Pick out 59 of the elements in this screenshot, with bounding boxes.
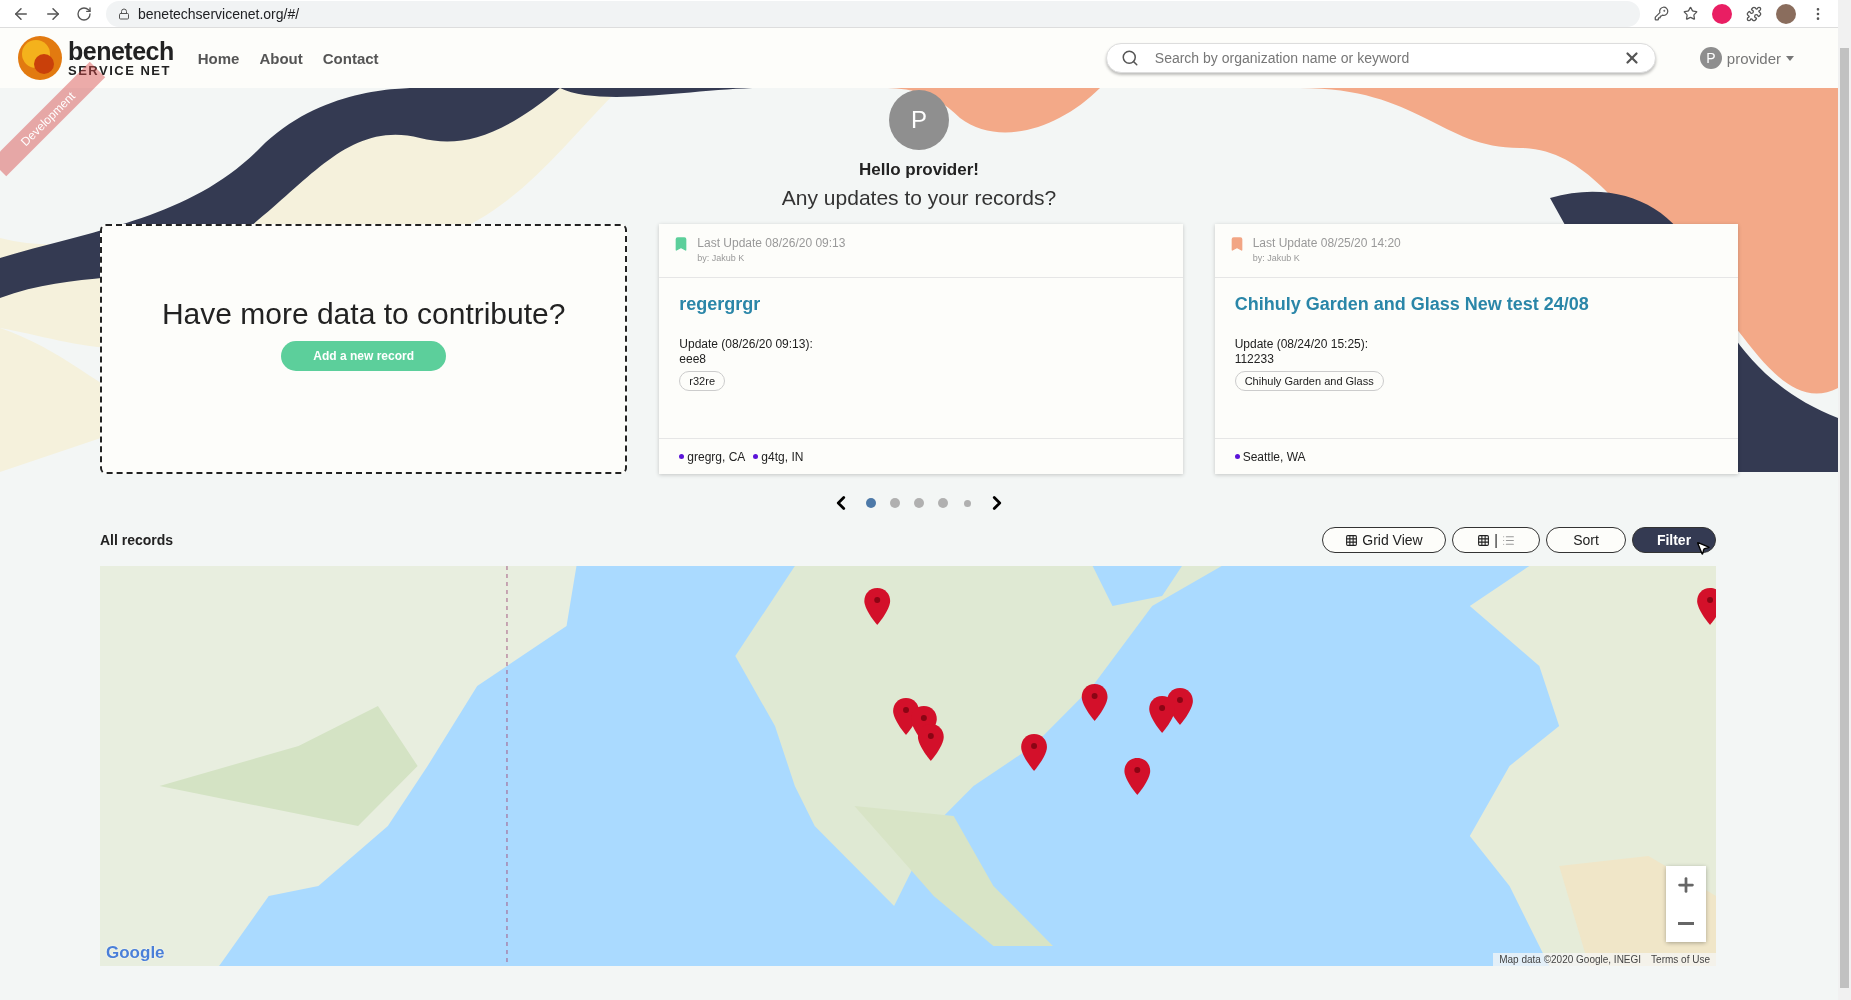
location: gregrg, CA [687, 449, 746, 464]
cursor-icon [1695, 540, 1711, 556]
plus-icon [1675, 874, 1697, 896]
carousel-dot[interactable] [890, 498, 900, 508]
zoom-out-button[interactable] [1666, 904, 1706, 942]
action-button[interactable]: Sort [1546, 527, 1626, 553]
map-attribution: Map data ©2020 Google, INEGI [1499, 954, 1642, 965]
brand-subtitle: SERVICE NET [68, 64, 172, 77]
scrollbar[interactable] [1838, 0, 1851, 1000]
list-icon [1501, 533, 1515, 547]
user-avatar: P [1699, 47, 1722, 69]
author: by: Jakub K [697, 253, 746, 263]
carousel-dot[interactable] [866, 498, 876, 508]
location: Seattle, WA [1242, 449, 1306, 464]
nav-link[interactable]: About [259, 49, 303, 67]
logo-icon [16, 34, 64, 82]
layout-toggle-button[interactable]: | [1452, 527, 1540, 553]
update-label: Update (08/26/20 09:13): [679, 337, 813, 352]
action-button[interactable]: Filter [1632, 527, 1716, 553]
record-title[interactable]: regergrgr [679, 294, 761, 315]
carousel-dot[interactable] [963, 499, 971, 507]
address-bar[interactable]: benetechservicenet.org/#/ [106, 0, 1640, 27]
contribute-heading: Have more data to contribute? [161, 297, 566, 331]
last-update: Last Update 08/26/20 09:13 [697, 236, 846, 250]
section-title: All records [100, 532, 174, 548]
author: by: Jakub K [1252, 253, 1301, 263]
nav-link[interactable]: Home [197, 49, 240, 67]
update-value: 112233 [1234, 352, 1274, 367]
star-icon[interactable] [1683, 6, 1698, 21]
grid-icon [1477, 533, 1491, 547]
key-icon[interactable] [1654, 6, 1669, 21]
url-text: benetechservicenet.org/#/ [138, 5, 300, 22]
zoom-in-button[interactable] [1666, 866, 1706, 904]
search-field[interactable]: Search by organization name or keyword [1152, 49, 1609, 67]
puzzle-icon[interactable] [1746, 5, 1762, 22]
grid-view-button[interactable]: Grid View [1322, 527, 1446, 553]
extension-icon[interactable] [1712, 3, 1732, 24]
prompt-heading: Any updates to your records? [781, 186, 1057, 210]
caret-icon [1786, 55, 1794, 61]
reload-icon[interactable] [76, 5, 92, 22]
user-menu[interactable]: P provider [1693, 46, 1800, 70]
lock-icon [118, 7, 130, 20]
location: g4tg, IN [761, 449, 804, 464]
profile-avatar[interactable] [1776, 3, 1796, 24]
last-update: Last Update 08/25/20 14:20 [1252, 236, 1401, 250]
terms-link[interactable]: Terms of Use [1651, 954, 1710, 965]
update-label: Update (08/24/20 15:25): [1234, 337, 1369, 352]
carousel-dot[interactable] [938, 498, 948, 508]
carousel-dot[interactable] [914, 498, 924, 508]
update-value: eee8 [679, 352, 707, 367]
map-logo: Google [106, 943, 165, 963]
brand-title: benetech [68, 39, 174, 64]
search-icon [1120, 49, 1139, 67]
nav-link[interactable]: Contact [322, 49, 379, 67]
search-bar[interactable]: Search by organization name or keyword [1105, 43, 1656, 73]
record-title[interactable]: Chihuly Garden and Glass New test 24/08 [1234, 294, 1589, 315]
grid-icon [1345, 533, 1359, 547]
minus-icon [1678, 921, 1694, 925]
greeting: Hello provider! [859, 160, 979, 180]
